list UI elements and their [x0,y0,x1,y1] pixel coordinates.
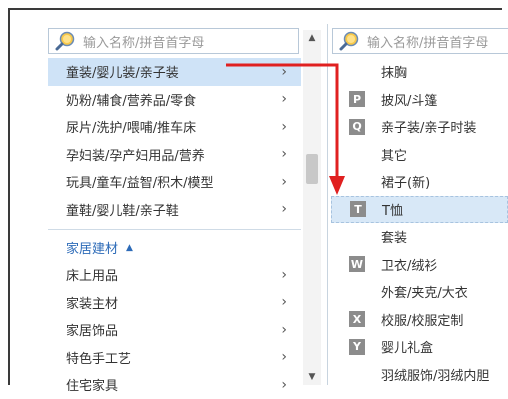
list-item-label: 床上用品 [66,269,119,285]
level1-search-input[interactable]: 输入名称/拼音首字母 [48,28,299,54]
list-item[interactable]: Q 亲子装/亲子时装 [331,113,508,141]
list-item-label: 尿片/洗护/喂哺/推车床 [66,121,197,137]
list-item-label: 裙子(新) [381,176,431,192]
list-item[interactable]: 外套/夹克/大衣 [331,278,508,306]
list-item[interactable]: 奶粉/辅食/营养品/零食 › [48,86,301,114]
list-item-label: 外套/夹克/大衣 [381,286,468,302]
chevron-right-icon: › [281,146,287,163]
list-item[interactable]: Y 婴儿礼盒 [331,333,508,361]
divider [48,229,301,230]
list-item-label: 亲子装/亲子时装 [381,121,477,137]
letter-badge: Q [349,118,365,135]
search-icon [339,30,361,52]
list-item[interactable]: 羽绒服饰/羽绒内胆 [331,361,508,389]
list-item-label: 家居饰品 [66,324,119,340]
scroll-thumb[interactable] [306,154,318,184]
chevron-right-icon: › [281,118,287,135]
list-item-label: 婴儿礼盒 [381,341,434,357]
list-item-label: 抹胸 [381,66,408,82]
list-item[interactable]: P 披风/斗篷 [331,86,508,114]
list-item-label: 童装/婴儿装/亲子装 [66,66,179,82]
scroll-up-arrow-icon[interactable]: ▲ [303,30,321,46]
letter-badge: W [349,256,365,273]
list-item[interactable]: 尿片/洗护/喂哺/推车床 › [48,113,301,141]
list-item-label: T恤 [382,203,403,219]
list-item-label: 其它 [381,148,408,164]
chevron-right-icon: › [281,294,287,311]
letter-badge: P [349,91,365,108]
scroll-down-arrow-icon[interactable]: ▼ [303,369,321,385]
chevron-right-icon: › [281,63,287,80]
letter-badge: Y [349,338,365,355]
list-item-selected[interactable]: T T恤 [331,195,508,223]
list-item-label: 童鞋/婴儿鞋/亲子鞋 [66,203,179,219]
list-item[interactable]: 家居饰品 › [48,316,301,344]
list-item[interactable]: 童鞋/婴儿鞋/亲子鞋 › [48,196,301,224]
list-item-label: 羽绒服饰/羽绒内胆 [381,368,490,384]
triangle-up-icon: ▲ [126,242,133,253]
list-item[interactable]: 玩具/童车/益智/积木/模型 › [48,168,301,196]
search-icon [55,30,77,52]
list-item-label: 奶粉/辅食/营养品/零食 [66,93,197,109]
list-item-label: 家装主材 [66,296,119,312]
group-header-home-building[interactable]: 家居建材 ▲ [48,234,301,261]
list-item-label: 校服/校服定制 [381,313,464,329]
level1-search-placeholder: 输入名称/拼音首字母 [83,35,205,51]
level1-list: 童装/婴儿装/亲子装 › 奶粉/辅食/营养品/零食 › 尿片/洗护/喂哺/推车床… [48,58,301,399]
list-item[interactable]: X 校服/校服定制 [331,306,508,334]
list-item[interactable]: 童装/婴儿装/亲子装 › [48,58,301,86]
level2-list: 抹胸 P 披风/斗篷 Q 亲子装/亲子时装 其它 裙子(新) T T恤 套装 W… [331,58,508,388]
chevron-right-icon: › [281,321,287,338]
list-item[interactable]: 孕妇装/孕产妇用品/营养 › [48,141,301,169]
chevron-right-icon: › [281,91,287,108]
list-item[interactable]: 裙子(新) [331,168,508,196]
letter-badge: X [349,311,365,328]
list-item[interactable]: 家装主材 › [48,289,301,317]
group-header-label: 家居建材 [66,242,119,257]
list-item[interactable]: 床上用品 › [48,261,301,289]
list-item[interactable]: W 卫衣/绒衫 [331,251,508,279]
list-item[interactable]: 抹胸 [331,58,508,86]
list-item-label: 玩具/童车/益智/积木/模型 [66,176,214,192]
chevron-right-icon: › [281,201,287,218]
list-item-label: 特色手工艺 [66,351,132,367]
list-item-label: 套装 [381,231,408,247]
level2-search-input[interactable]: 输入名称/拼音首字母 [332,28,508,54]
level2-search-placeholder: 输入名称/拼音首字母 [367,35,489,51]
chevron-right-icon: › [281,349,287,366]
level1-scrollbar[interactable]: ▲ ▼ [303,30,321,385]
letter-badge: T [350,201,366,218]
list-item[interactable]: 套装 [331,223,508,251]
list-item-label: 孕妇装/孕产妇用品/营养 [66,148,205,164]
chevron-right-icon: › [281,173,287,190]
list-item[interactable]: 特色手工艺 › [48,344,301,372]
list-item[interactable]: 其它 [331,141,508,169]
list-item-label: 卫衣/绒衫 [381,258,438,274]
list-item-label: 披风/斗篷 [381,93,438,109]
chevron-right-icon: › [281,266,287,283]
